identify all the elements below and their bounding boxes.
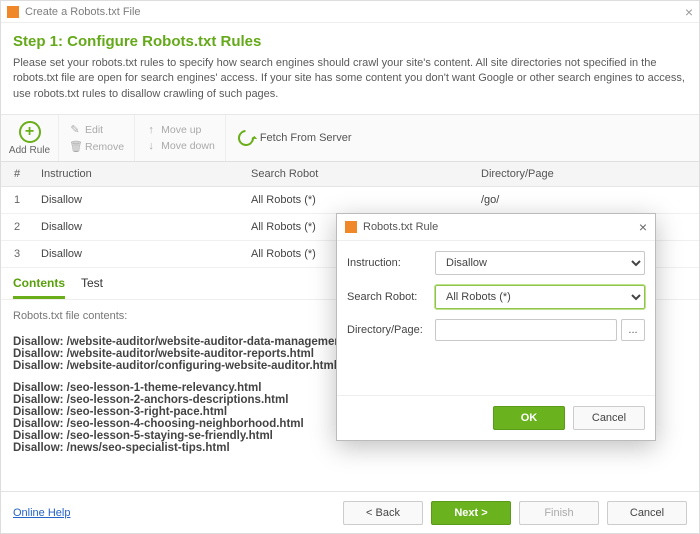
remove-button[interactable]: 🗑 Remove xyxy=(69,140,124,153)
browse-button[interactable]: ... xyxy=(621,319,645,341)
col-number[interactable]: # xyxy=(1,162,33,187)
col-search-robot[interactable]: Search Robot xyxy=(243,162,473,187)
search-robot-select[interactable]: All Robots (*) xyxy=(435,285,645,309)
wizard-header: Step 1: Configure Robots.txt Rules Pleas… xyxy=(1,23,699,106)
next-button[interactable]: Next > xyxy=(431,501,511,525)
add-rule-label: Add Rule xyxy=(9,145,50,156)
tab-test[interactable]: Test xyxy=(81,276,103,299)
dialog-title: Robots.txt Rule xyxy=(363,221,438,233)
search-robot-label: Search Robot: xyxy=(347,291,429,303)
app-icon xyxy=(345,221,357,233)
trash-icon: 🗑 xyxy=(69,140,81,153)
edit-remove-group: ✎ Edit 🗑 Remove xyxy=(59,115,135,161)
ok-button[interactable]: OK xyxy=(493,406,565,430)
refresh-icon xyxy=(235,127,258,150)
tab-contents[interactable]: Contents xyxy=(13,276,65,299)
cancel-button[interactable]: Cancel xyxy=(607,501,687,525)
instruction-label: Instruction: xyxy=(347,257,429,269)
move-up-button[interactable]: ↑ Move up xyxy=(145,124,215,136)
move-group: ↑ Move up ↓ Move down xyxy=(135,115,226,161)
directory-input[interactable] xyxy=(435,319,617,341)
step-title: Step 1: Configure Robots.txt Rules xyxy=(13,33,687,50)
instruction-select[interactable]: Disallow xyxy=(435,251,645,275)
fetch-from-server-button[interactable]: Fetch From Server xyxy=(226,115,364,161)
close-icon[interactable]: × xyxy=(685,5,693,19)
close-icon[interactable]: × xyxy=(639,219,647,235)
add-rule-button[interactable]: + Add Rule xyxy=(1,115,59,161)
directory-label: Directory/Page: xyxy=(347,324,429,336)
arrow-down-icon: ↓ xyxy=(145,140,157,152)
window-titlebar: Create a Robots.txt File × xyxy=(1,1,699,23)
pencil-icon: ✎ xyxy=(69,123,81,136)
col-instruction[interactable]: Instruction xyxy=(33,162,243,187)
finish-button[interactable]: Finish xyxy=(519,501,599,525)
back-button[interactable]: < Back xyxy=(343,501,423,525)
plus-icon: + xyxy=(19,121,41,143)
online-help-link[interactable]: Online Help xyxy=(13,507,70,519)
step-hint: Please set your robots.txt rules to spec… xyxy=(13,56,687,102)
rules-toolbar: + Add Rule ✎ Edit 🗑 Remove ↑ Move up ↓ M… xyxy=(1,114,699,162)
col-directory[interactable]: Directory/Page xyxy=(473,162,699,187)
robots-rule-dialog: Robots.txt Rule × Instruction: Disallow … xyxy=(336,213,656,441)
window-title: Create a Robots.txt File xyxy=(25,6,141,18)
table-row[interactable]: 1 Disallow All Robots (*) /go/ xyxy=(1,187,699,214)
move-down-button[interactable]: ↓ Move down xyxy=(145,140,215,152)
edit-button[interactable]: ✎ Edit xyxy=(69,123,124,136)
app-icon xyxy=(7,6,19,18)
dialog-cancel-button[interactable]: Cancel xyxy=(573,406,645,430)
wizard-footer: Online Help < Back Next > Finish Cancel xyxy=(1,491,699,533)
arrow-up-icon: ↑ xyxy=(145,124,157,136)
